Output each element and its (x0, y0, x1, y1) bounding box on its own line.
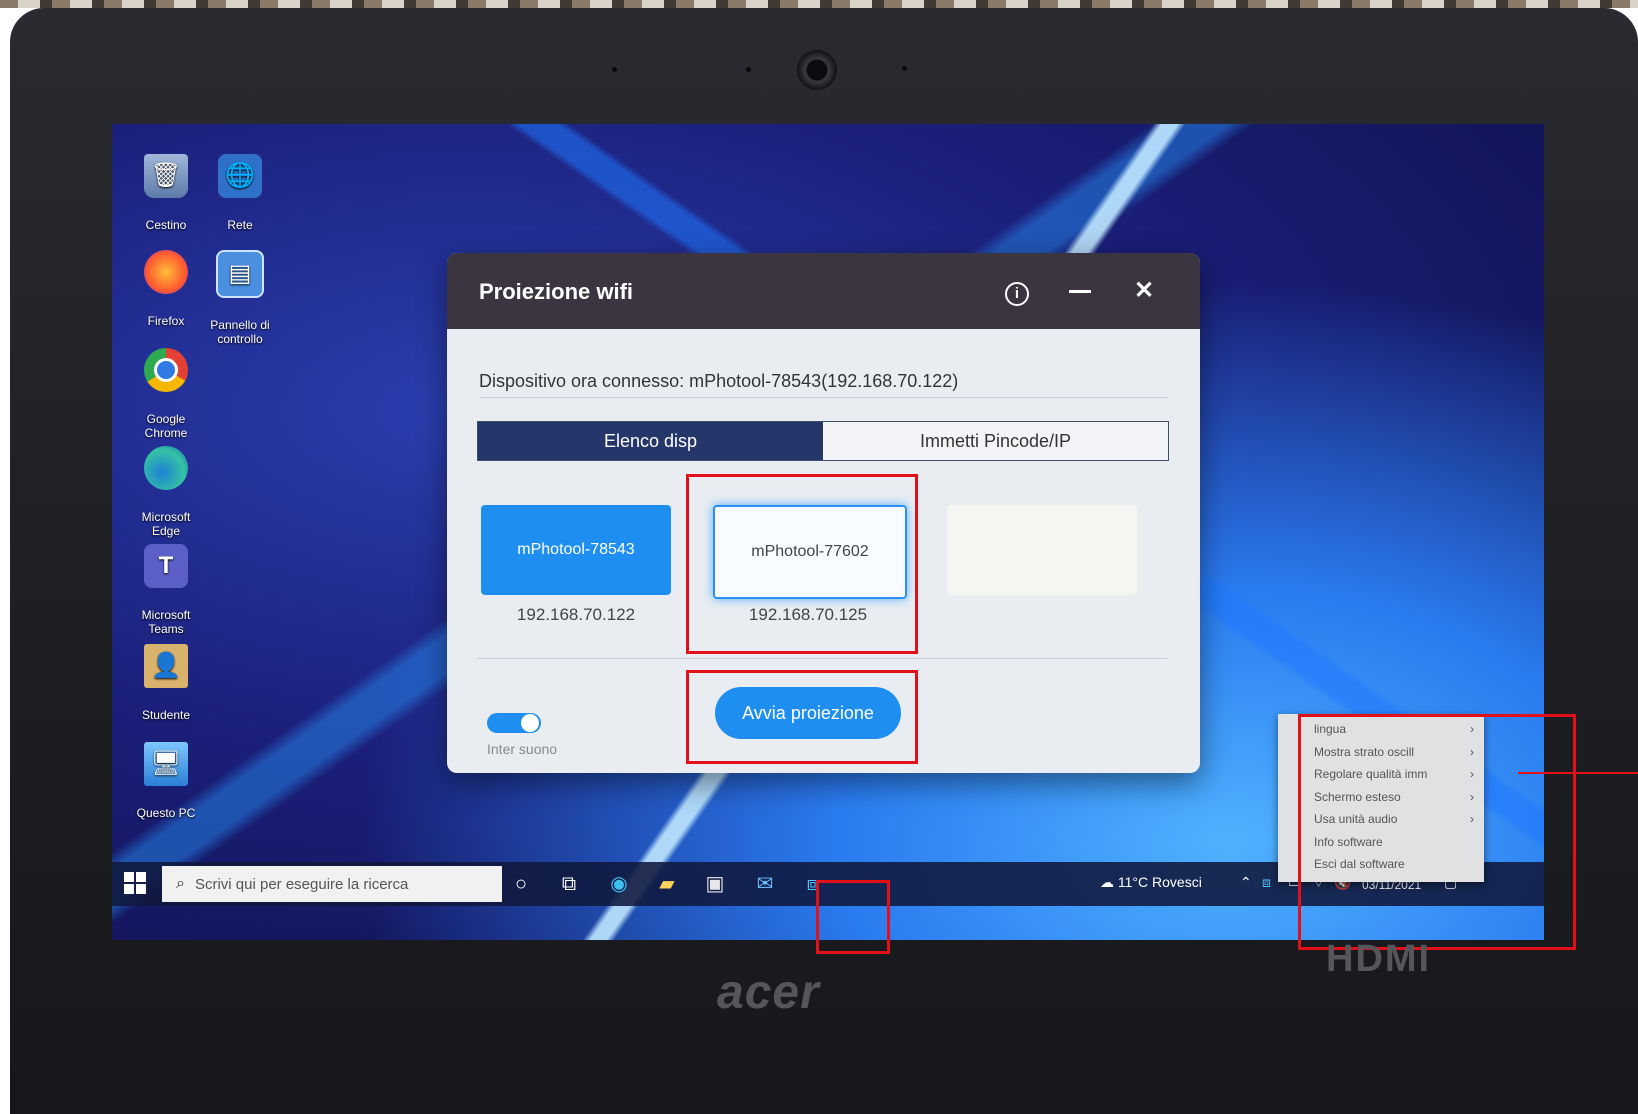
weather-widget[interactable]: ☁ 11°C Rovesci (1100, 874, 1202, 891)
weather-text: 11°C Rovesci (1117, 874, 1202, 890)
desktop-icon-label: Firefox (147, 314, 185, 328)
network-icon: 🌐 (218, 154, 262, 198)
desktop-icon-this-pc[interactable]: 🖥 Questo PC (126, 728, 206, 834)
store-icon[interactable]: ▣ (698, 868, 732, 900)
desktop-icon-label: Studente (141, 708, 191, 722)
minimize-icon (1069, 290, 1091, 294)
sound-toggle[interactable] (487, 713, 541, 733)
highlight-box-tray-menu (1298, 714, 1576, 950)
desktop-icon-label: Pannello di controllo (210, 318, 270, 346)
search-placeholder: Scrivi qui per eseguire la ricerca (194, 875, 409, 893)
firefox-icon (144, 250, 188, 294)
desktop-icon-control-panel[interactable]: ▤ Pannello di controllo (200, 236, 280, 360)
edge-icon (144, 446, 188, 490)
tab-device-list[interactable]: Elenco disp (478, 422, 823, 460)
bezel-sensor-dot (612, 67, 617, 72)
start-button[interactable] (124, 872, 148, 896)
desktop-icon-recycle-bin[interactable]: 🗑 Cestino (126, 140, 206, 246)
task-view-icon[interactable]: ⧉ (552, 868, 586, 900)
tray-overflow-chevron-icon[interactable]: ⌃ (1240, 874, 1252, 891)
device-card-selected[interactable]: mPhotool-78543 (481, 505, 671, 595)
highlight-box-taskbar-app (816, 880, 890, 954)
info-icon: i (1005, 282, 1029, 306)
taskbar-search-box[interactable]: ⌕ Scrivi qui per eseguire la ricerca (162, 866, 502, 902)
acer-logo: acer (717, 966, 820, 1019)
desktop-icon-firefox[interactable]: Firefox (126, 236, 206, 342)
webcam (797, 50, 837, 90)
desktop-icon-label: Rete (227, 218, 253, 232)
cloud-rain-icon: ☁ (1100, 874, 1114, 890)
desktop-icon-label: Cestino (145, 218, 187, 232)
cortana-icon[interactable]: ○ (504, 868, 538, 900)
hdmi-logo: HDMI (1326, 938, 1432, 980)
dialog-header: Proiezione wifi i ✕ (447, 253, 1200, 329)
minimize-button[interactable] (1064, 275, 1096, 307)
tab-pincode-ip[interactable]: Immetti Pincode/IP (823, 422, 1168, 460)
search-icon: ⌕ (176, 875, 185, 892)
device-ip: 192.168.70.122 (516, 605, 636, 624)
close-icon: ✕ (1133, 277, 1155, 304)
desktop-icon-label: Questo PC (136, 806, 196, 820)
close-button[interactable]: ✕ (1128, 275, 1160, 307)
recycle-bin-icon: 🗑 (144, 154, 188, 198)
info-button[interactable]: i (1001, 275, 1033, 307)
connected-device-status: Dispositivo ora connesso: mPhotool-78543… (479, 371, 959, 391)
device-card-empty[interactable] (947, 505, 1137, 595)
file-explorer-icon[interactable]: ▰ (650, 868, 684, 900)
bezel-sensor-dot (902, 66, 907, 71)
highlight-box-start-button (686, 670, 918, 764)
tray-projection-app-icon[interactable]: ⧈ (1262, 874, 1271, 891)
photo-top-edge (0, 0, 1638, 8)
edge-taskbar-icon[interactable]: ◉ (602, 868, 636, 900)
bezel-sensor-dot (746, 67, 751, 72)
user-folder-icon: 👤 (144, 644, 188, 688)
tab-bar: Elenco disp Immetti Pincode/IP (477, 421, 1169, 461)
chrome-icon (144, 348, 188, 392)
sound-toggle-label: Inter suono (487, 741, 558, 757)
callout-line (1518, 772, 1638, 774)
highlight-box-device (686, 474, 918, 654)
mail-icon[interactable]: ✉ (748, 868, 782, 900)
control-panel-icon: ▤ (216, 250, 264, 298)
teams-icon: T (144, 544, 188, 588)
computer-icon: 🖥 (144, 742, 188, 786)
divider (477, 658, 1167, 659)
desktop-icon-network[interactable]: 🌐 Rete (200, 140, 280, 246)
divider (479, 397, 1169, 398)
dialog-title: Proiezione wifi (479, 279, 634, 304)
desktop-icon-studente[interactable]: 👤 Studente (126, 630, 206, 736)
